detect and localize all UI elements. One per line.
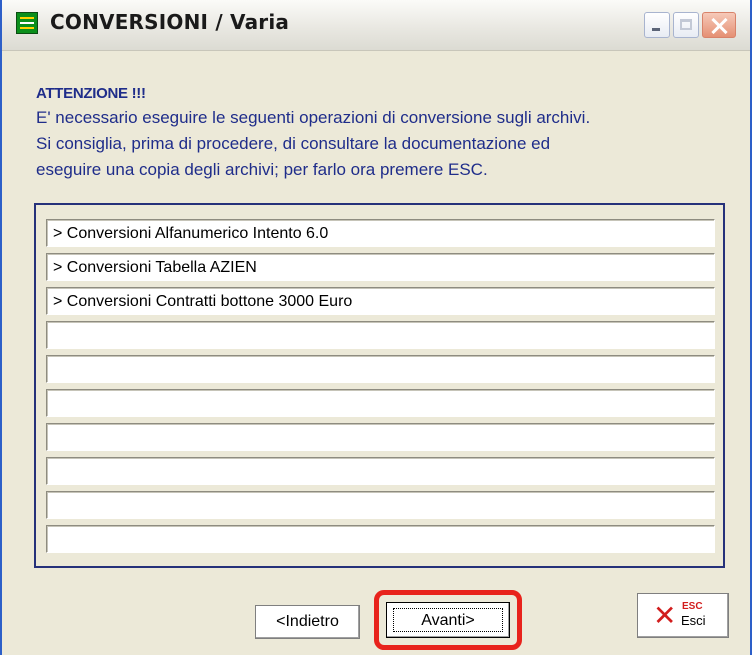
conversion-window: CONVERSIONI / Varia ATTENZIONE !!! E' ne… — [0, 0, 752, 655]
conversion-item[interactable] — [46, 491, 715, 519]
close-x-icon: ✕ — [653, 599, 677, 632]
conversion-item[interactable]: > Conversioni Alfanumerico Intento 6.0 — [46, 219, 715, 247]
next-button-label: Avanti> — [393, 608, 503, 632]
notice-line-2: Si consiglia, prima di procedere, di con… — [36, 134, 551, 153]
exit-label: Esci — [681, 613, 706, 628]
notice-line-3: eseguire una copia degli archivi; per fa… — [36, 160, 488, 179]
esc-key-label: ESC — [682, 601, 703, 612]
conversion-list: > Conversioni Alfanumerico Intento 6.0 >… — [34, 203, 725, 568]
conversion-item[interactable] — [46, 457, 715, 485]
notice-line-1: E' necessario eseguire le seguenti opera… — [36, 108, 591, 127]
conversion-item[interactable]: > Conversioni Contratti bottone 3000 Eur… — [46, 287, 715, 315]
conversion-item[interactable] — [46, 321, 715, 349]
conversion-item[interactable] — [46, 525, 715, 553]
conversion-item[interactable] — [46, 389, 715, 417]
conversion-item[interactable] — [46, 423, 715, 451]
notice-heading: ATTENZIONE !!! — [36, 85, 146, 102]
minimize-button[interactable] — [644, 12, 670, 38]
conversion-item[interactable] — [46, 355, 715, 383]
title-bar: CONVERSIONI / Varia — [2, 0, 750, 51]
exit-button[interactable]: ✕ ESC Esci — [637, 593, 729, 638]
close-button[interactable] — [702, 12, 736, 38]
maximize-button[interactable] — [673, 12, 699, 38]
app-icon — [16, 12, 38, 34]
window-title: CONVERSIONI / Varia — [50, 10, 290, 34]
conversion-item[interactable]: > Conversioni Tabella AZIEN — [46, 253, 715, 281]
next-button[interactable]: Avanti> — [386, 602, 510, 638]
back-button[interactable]: <Indietro — [255, 605, 360, 639]
